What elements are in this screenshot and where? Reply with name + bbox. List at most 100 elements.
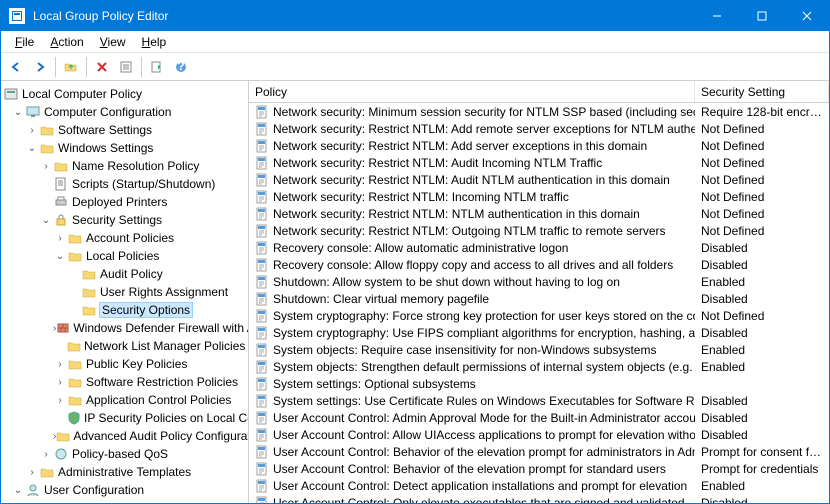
policy-row[interactable]: System cryptography: Force strong key pr…	[249, 307, 829, 324]
policy-item-icon	[255, 156, 269, 170]
navigation-tree[interactable]: Local Computer Policy ⌄ Computer Configu…	[1, 81, 249, 503]
help-button[interactable]: ?	[170, 56, 192, 78]
properties-button[interactable]	[115, 56, 137, 78]
tree-software-restriction[interactable]: ›Software Restriction Policies	[1, 373, 248, 391]
policy-row[interactable]: User Account Control: Admin Approval Mod…	[249, 409, 829, 426]
minimize-button[interactable]	[694, 1, 739, 31]
expand-icon[interactable]: ›	[25, 503, 39, 504]
policy-row[interactable]: System cryptography: Use FIPS compliant …	[249, 324, 829, 341]
expand-icon[interactable]: ›	[25, 125, 39, 136]
tree-user-software[interactable]: ›Software Settings	[1, 499, 248, 503]
policy-row[interactable]: Shutdown: Allow system to be shut down w…	[249, 273, 829, 290]
policy-row[interactable]: Recovery console: Allow floppy copy and …	[249, 256, 829, 273]
expand-icon[interactable]: ›	[53, 377, 67, 388]
tree-software-settings[interactable]: ›Software Settings	[1, 121, 248, 139]
tree-network-list[interactable]: Network List Manager Policies	[1, 337, 248, 355]
policy-row[interactable]: System settings: Use Certificate Rules o…	[249, 392, 829, 409]
policy-row[interactable]: Network security: Restrict NTLM: Incomin…	[249, 188, 829, 205]
policy-item-icon	[255, 292, 269, 306]
tree-scripts[interactable]: Scripts (Startup/Shutdown)	[1, 175, 248, 193]
collapse-icon[interactable]: ⌄	[39, 215, 53, 226]
export-button[interactable]	[146, 56, 168, 78]
tree-ipsec[interactable]: IP Security Policies on Local Computer	[1, 409, 248, 427]
tree-qos[interactable]: ›Policy-based QoS	[1, 445, 248, 463]
tree-app-control[interactable]: ›Application Control Policies	[1, 391, 248, 409]
expand-icon[interactable]: ›	[53, 395, 67, 406]
tree-advanced-audit[interactable]: ›Advanced Audit Policy Configuration	[1, 427, 248, 445]
policy-item-icon	[255, 326, 269, 340]
window-title: Local Group Policy Editor	[33, 9, 694, 23]
tree-firewall[interactable]: ›Windows Defender Firewall with Advanced	[1, 319, 248, 337]
collapse-icon[interactable]: ⌄	[11, 107, 25, 118]
expand-icon[interactable]: ›	[53, 233, 67, 244]
tree-audit-policy[interactable]: Audit Policy	[1, 265, 248, 283]
close-button[interactable]	[784, 1, 829, 31]
collapse-icon[interactable]: ⌄	[11, 485, 25, 496]
tree-admin-templates[interactable]: ›Administrative Templates	[1, 463, 248, 481]
column-policy[interactable]: Policy	[249, 82, 695, 102]
tree-account-policies[interactable]: ›Account Policies	[1, 229, 248, 247]
policy-row[interactable]: User Account Control: Allow UIAccess app…	[249, 426, 829, 443]
folder-icon	[67, 248, 83, 264]
policy-item-icon	[255, 479, 269, 493]
tree-security-options[interactable]: Security Options	[1, 301, 248, 319]
printer-icon	[53, 194, 69, 210]
tree-public-key[interactable]: ›Public Key Policies	[1, 355, 248, 373]
policy-name-label: User Account Control: Behavior of the el…	[273, 462, 666, 476]
policy-name-label: System settings: Use Certificate Rules o…	[273, 394, 695, 408]
menu-view[interactable]: View	[92, 33, 134, 51]
folder-icon	[67, 338, 81, 354]
policy-row[interactable]: Network security: Restrict NTLM: Add rem…	[249, 120, 829, 137]
expand-icon[interactable]: ›	[53, 359, 67, 370]
computer-icon	[25, 104, 41, 120]
tree-windows-settings[interactable]: ⌄Windows Settings	[1, 139, 248, 157]
policy-row[interactable]: Network security: Restrict NTLM: Audit I…	[249, 154, 829, 171]
policy-row[interactable]: System settings: Optional subsystems	[249, 375, 829, 392]
menu-action[interactable]: Action	[42, 33, 91, 51]
policy-name-label: Shutdown: Allow system to be shut down w…	[273, 275, 620, 289]
policy-root-icon	[3, 86, 19, 102]
svg-text:?: ?	[177, 60, 184, 73]
expand-icon[interactable]: ›	[39, 161, 53, 172]
policy-setting-cell: Prompt for credentials	[695, 462, 829, 476]
policy-row[interactable]: Network security: Minimum session securi…	[249, 103, 829, 120]
policy-name-label: Network security: Restrict NTLM: Outgoin…	[273, 224, 666, 238]
policy-row[interactable]: Recovery console: Allow automatic admini…	[249, 239, 829, 256]
menu-file[interactable]: File	[7, 33, 42, 51]
tree-computer-configuration[interactable]: ⌄ Computer Configuration	[1, 103, 248, 121]
policy-row[interactable]: System objects: Strengthen default permi…	[249, 358, 829, 375]
policy-row[interactable]: User Account Control: Detect application…	[249, 477, 829, 494]
expand-icon[interactable]: ›	[25, 467, 39, 478]
toolbar-separator	[55, 57, 56, 77]
policy-row[interactable]: User Account Control: Only elevate execu…	[249, 494, 829, 503]
back-button[interactable]	[5, 56, 27, 78]
policy-row[interactable]: User Account Control: Behavior of the el…	[249, 443, 829, 460]
policy-row[interactable]: Shutdown: Clear virtual memory pagefileD…	[249, 290, 829, 307]
menu-help[interactable]: Help	[134, 33, 175, 51]
collapse-icon[interactable]: ⌄	[53, 251, 67, 262]
tree-local-policies[interactable]: ⌄Local Policies	[1, 247, 248, 265]
tree-root[interactable]: Local Computer Policy	[1, 85, 248, 103]
tree-user-rights[interactable]: User Rights Assignment	[1, 283, 248, 301]
policy-row[interactable]: Network security: Restrict NTLM: Audit N…	[249, 171, 829, 188]
maximize-button[interactable]	[739, 1, 784, 31]
policy-row[interactable]: User Account Control: Behavior of the el…	[249, 460, 829, 477]
column-setting[interactable]: Security Setting	[695, 82, 829, 102]
folder-icon	[81, 284, 97, 300]
policy-name-cell: User Account Control: Only elevate execu…	[249, 496, 695, 504]
tree-security-settings[interactable]: ⌄Security Settings	[1, 211, 248, 229]
policy-name-label: User Account Control: Behavior of the el…	[273, 445, 695, 459]
tree-deployed-printers[interactable]: Deployed Printers	[1, 193, 248, 211]
up-button[interactable]	[60, 56, 82, 78]
collapse-icon[interactable]: ⌄	[25, 143, 39, 154]
policy-row[interactable]: System objects: Require case insensitivi…	[249, 341, 829, 358]
delete-button[interactable]	[91, 56, 113, 78]
forward-button[interactable]	[29, 56, 51, 78]
policy-row[interactable]: Network security: Restrict NTLM: Add ser…	[249, 137, 829, 154]
tree-user-configuration[interactable]: ⌄User Configuration	[1, 481, 248, 499]
tree-name-resolution[interactable]: ›Name Resolution Policy	[1, 157, 248, 175]
expand-icon[interactable]: ›	[39, 449, 53, 460]
policy-list-body[interactable]: Network security: Minimum session securi…	[249, 103, 829, 503]
policy-row[interactable]: Network security: Restrict NTLM: NTLM au…	[249, 205, 829, 222]
policy-row[interactable]: Network security: Restrict NTLM: Outgoin…	[249, 222, 829, 239]
